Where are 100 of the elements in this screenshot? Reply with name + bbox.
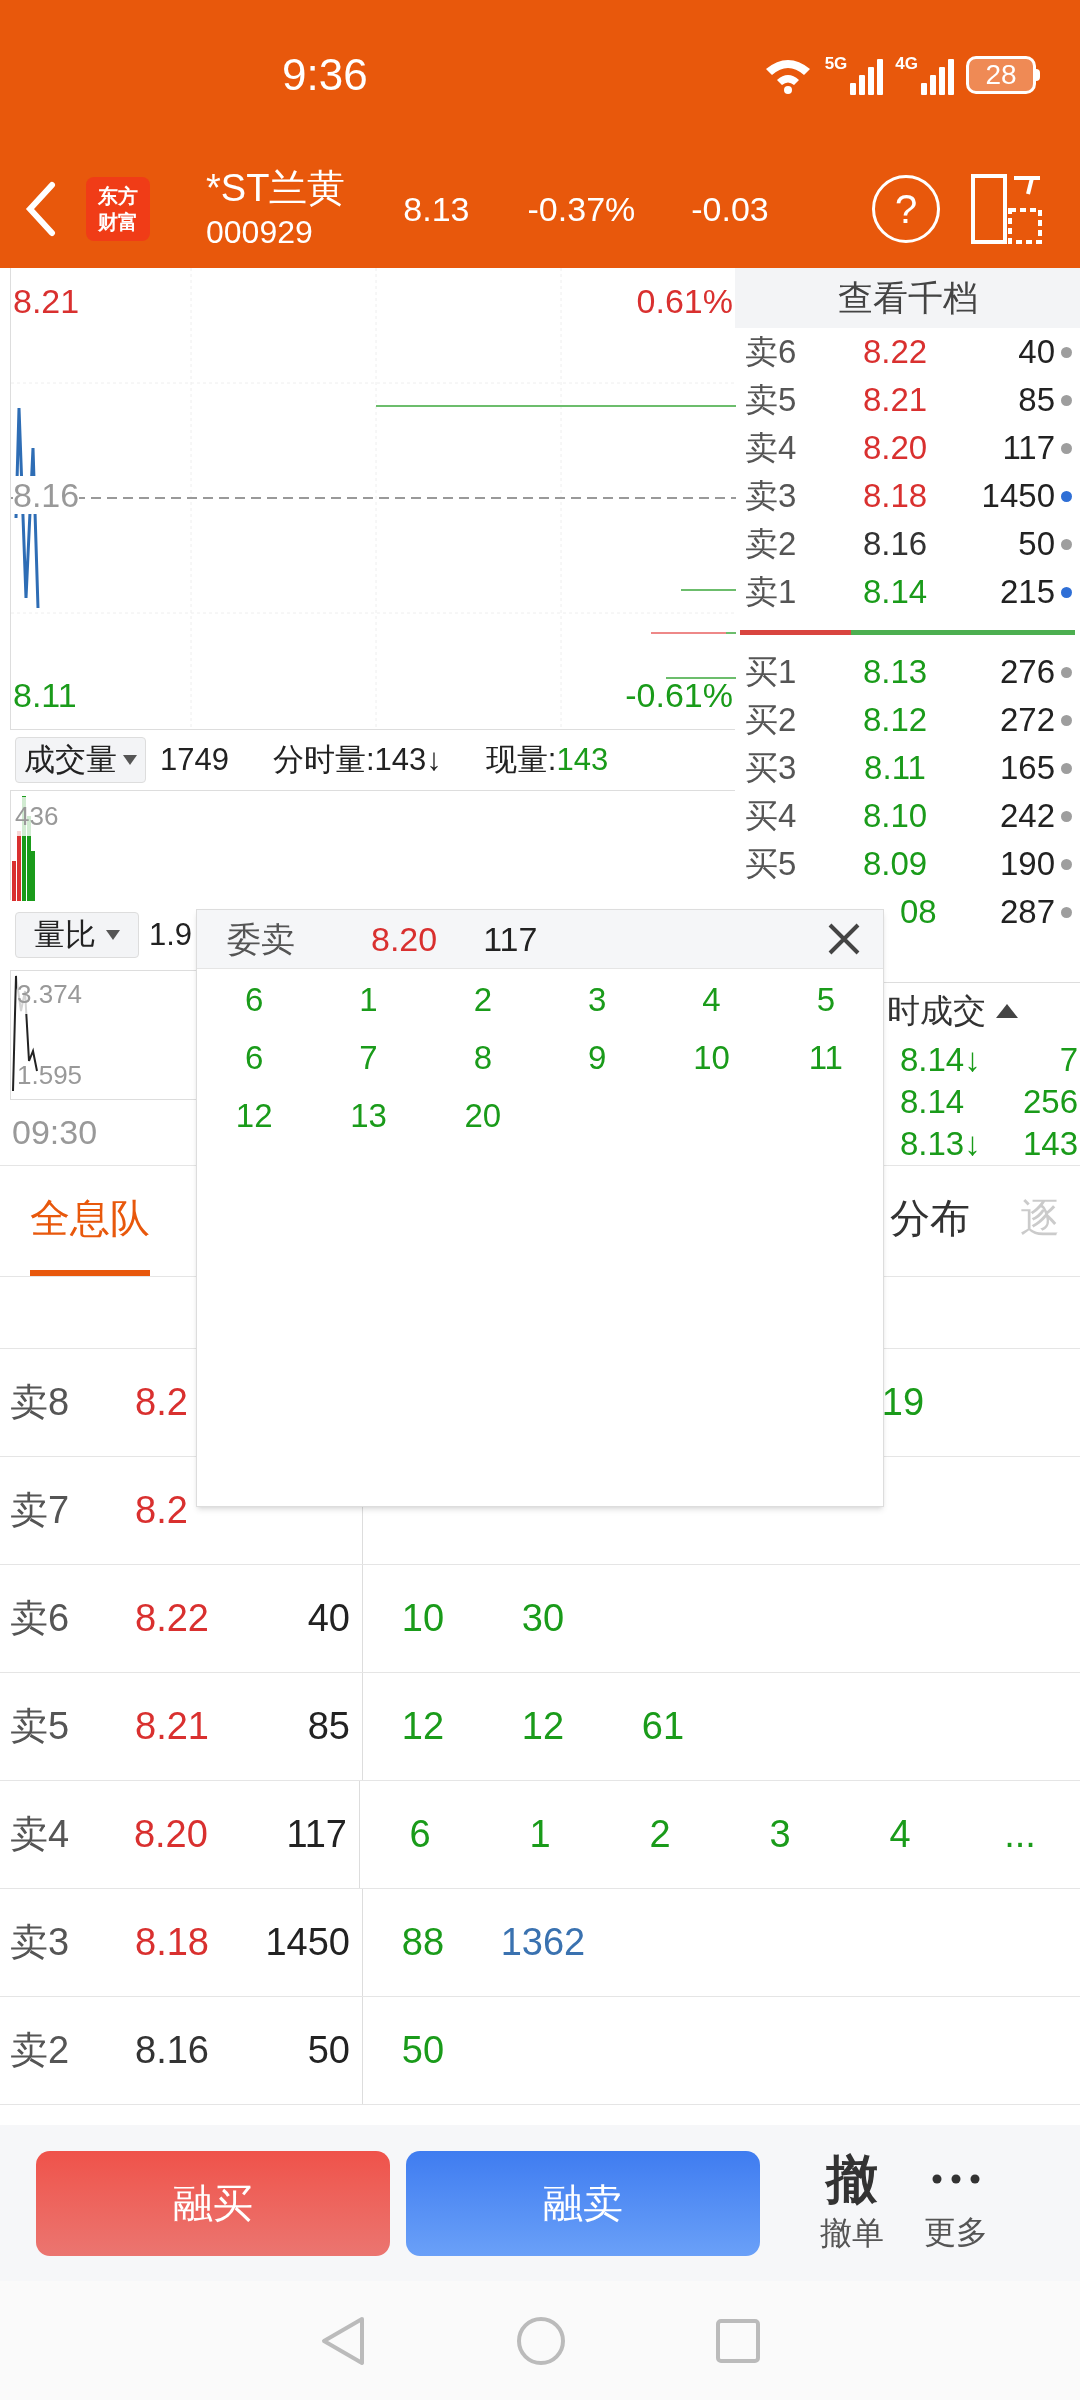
price: 8.20 <box>133 1812 209 1857</box>
trades-title[interactable]: 时成交 <box>887 986 986 1036</box>
total-volume: 1749 <box>160 740 229 779</box>
queue-order: 12 <box>401 1705 445 1747</box>
indicator-dropdown[interactable]: 量比 <box>15 912 139 958</box>
caret-icon <box>123 755 137 765</box>
price: 8.11 <box>863 748 927 789</box>
switch-layout-icon[interactable] <box>970 172 1044 246</box>
volume: 1450 <box>265 1921 350 1963</box>
volume: 40 <box>1017 332 1055 373</box>
queue-order: 2 <box>649 1813 671 1855</box>
queue-order: 2 <box>473 980 492 1021</box>
app-logo[interactable]: 东方 财富 <box>86 177 150 241</box>
level-label: 买2 <box>745 700 798 741</box>
volume: 287 <box>998 892 1055 933</box>
queue-order: ... <box>1004 1813 1036 1855</box>
volume: 165 <box>998 748 1055 789</box>
tab[interactable]: 分布 <box>890 1166 970 1276</box>
recents-nav-icon[interactable] <box>716 2318 760 2363</box>
caret-icon <box>106 930 120 940</box>
level-label: 卖1 <box>745 572 798 613</box>
level-label: 买3 <box>745 748 798 789</box>
price: 8.2 <box>135 1488 189 1533</box>
queue-order: 4 <box>889 1813 911 1855</box>
low-percent-label: -0.61% <box>625 675 733 716</box>
level-label: 卖5 <box>9 1704 71 1749</box>
volume: 272 <box>998 700 1055 741</box>
level-label: 买4 <box>745 796 798 837</box>
queue-order: 9 <box>588 1038 607 1079</box>
queue-order: 30 <box>521 1597 565 1639</box>
trade-price: 8.14↓ <box>900 1040 981 1081</box>
stock-code: 000929 <box>206 213 314 252</box>
price: 8.20 <box>861 428 929 469</box>
trade-price: 8.14 <box>900 1082 965 1123</box>
close-icon[interactable] <box>827 922 861 956</box>
queue-order: 13 <box>350 1096 387 1137</box>
volume: 1450 <box>980 476 1055 517</box>
level-label: 买5 <box>745 844 798 885</box>
base-price-label: 8.16 <box>13 476 80 514</box>
queue-order: 12 <box>521 1705 565 1747</box>
queue-order: 50 <box>401 2029 445 2071</box>
current-volume-label: 现量: <box>485 740 557 779</box>
queue-order: 19 <box>881 1381 925 1423</box>
price: 8.14 <box>861 572 929 613</box>
queue-order: 11 <box>808 1038 843 1079</box>
cancel-order-button[interactable]: 撤 撤单 <box>820 2149 884 2257</box>
level-label: 卖3 <box>745 476 798 517</box>
price: 8.18 <box>861 476 929 517</box>
ratio-min-label: 1.595 <box>17 1059 83 1092</box>
more-button[interactable]: 更多 <box>924 2150 988 2256</box>
tick-volume: 分时量:143↓ <box>272 740 442 779</box>
volume: 85 <box>307 1705 350 1747</box>
home-nav-icon[interactable] <box>516 2315 566 2366</box>
price: 8.18 <box>135 1920 210 1965</box>
price: 8.21 <box>135 1704 210 1749</box>
ratio-max-label: 3.374 <box>17 975 83 1014</box>
expand-icon[interactable] <box>996 1003 1018 1018</box>
price: 8.10 <box>861 796 929 837</box>
trade-volume: 143 <box>1022 1124 1078 1165</box>
stock-name: *ST兰黄 <box>206 166 346 211</box>
trade-volume: 256 <box>1022 1082 1078 1123</box>
level-label: 卖2 <box>9 2028 71 2073</box>
back-nav-icon[interactable] <box>320 2315 366 2366</box>
trade-price: 8.13↓ <box>900 1124 981 1165</box>
level-label: 卖4 <box>745 428 798 469</box>
price: 8.09 <box>861 844 929 885</box>
level-label: 卖3 <box>9 1920 71 1965</box>
clock: 9:36 <box>282 49 368 101</box>
volume-max-label: 436 <box>15 797 59 836</box>
price: 8.13 <box>861 652 929 693</box>
queue-order: 3 <box>588 980 607 1021</box>
queue-order: 88 <box>401 1921 445 1963</box>
queue-order: 10 <box>401 1597 445 1639</box>
change-amount: -0.03 <box>691 188 769 230</box>
volume: 242 <box>998 796 1055 837</box>
high-price-label: 8.21 <box>13 281 80 322</box>
volume: 117 <box>1001 428 1055 469</box>
queue-order: 6 <box>409 1813 431 1855</box>
indicator-dropdown[interactable]: 成交量 <box>15 737 146 783</box>
popup-price: 8.20 <box>371 918 438 960</box>
queue-order: 10 <box>693 1038 730 1079</box>
volume: 117 <box>286 1813 347 1855</box>
change-percent: -0.37% <box>527 188 636 230</box>
volume-ratio: 1.9 <box>149 915 193 954</box>
volume: 85 <box>1017 380 1055 421</box>
queue-order: 3 <box>769 1813 791 1855</box>
high-percent-label: 0.61% <box>636 281 733 322</box>
queue-order: 6 <box>245 1038 264 1079</box>
queue-order: 8 <box>473 1038 492 1079</box>
queue-order: 5 <box>816 980 835 1021</box>
price: 8.2 <box>135 1380 189 1425</box>
volume: 215 <box>998 572 1055 613</box>
help-button[interactable]: ? <box>872 175 940 243</box>
tab[interactable]: 全息队 <box>30 1166 150 1276</box>
more-icon <box>931 2174 981 2184</box>
last-price: 8.13 <box>403 188 470 230</box>
level-label: 买1 <box>745 652 798 693</box>
trade-volume: 7 <box>1059 1040 1078 1081</box>
level-label: 卖4 <box>9 1812 71 1857</box>
price: 8.16 <box>135 2028 210 2073</box>
